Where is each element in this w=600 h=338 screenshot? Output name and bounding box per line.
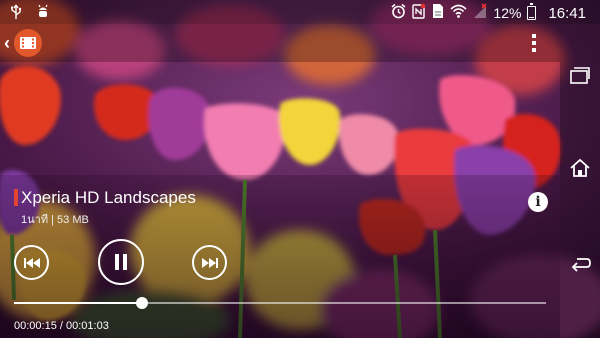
nfc-icon (412, 3, 426, 23)
time-readout: 00:00:15 / 00:01:03 (14, 320, 109, 332)
back-icon[interactable] (568, 251, 592, 275)
battery-level-fill (529, 16, 535, 18)
overflow-menu-icon[interactable] (528, 32, 540, 54)
skip-next-button[interactable] (192, 245, 227, 280)
recent-apps-icon[interactable] (568, 64, 592, 88)
movie-app-icon[interactable] (14, 29, 42, 57)
skip-previous-icon (23, 257, 40, 268)
battery-icon (527, 3, 537, 20)
status-bar-left (10, 4, 50, 24)
video-meta: 1นาที | 53 MB (21, 214, 89, 226)
status-bar-right: 12% 16:41 (391, 3, 586, 23)
clock: 16:41 (548, 4, 586, 22)
seek-thumb[interactable] (135, 297, 148, 309)
alarm-icon (391, 3, 406, 23)
seek-bar[interactable] (14, 297, 546, 309)
skip-previous-button[interactable] (14, 245, 49, 280)
status-bar: 12% 16:41 (0, 0, 600, 24)
pause-button[interactable] (98, 239, 144, 285)
navigation-bar (560, 24, 600, 338)
info-icon[interactable]: i (528, 192, 548, 212)
seek-bar-progress (14, 302, 142, 304)
usb-debug-icon (36, 4, 50, 24)
home-icon[interactable] (568, 156, 592, 180)
skip-next-icon (201, 257, 218, 268)
chevron-left-icon[interactable]: ‹ (4, 33, 10, 54)
app-bar: ‹ (0, 24, 560, 62)
battery-percentage: 12% (493, 5, 522, 21)
title-accent-bar (14, 189, 18, 206)
signal-icon (473, 3, 487, 23)
wifi-icon (450, 3, 467, 23)
video-title: Xperia HD Landscapes (21, 188, 196, 207)
usb-icon (10, 4, 22, 24)
sim-icon (432, 3, 444, 23)
pause-icon (115, 254, 127, 270)
